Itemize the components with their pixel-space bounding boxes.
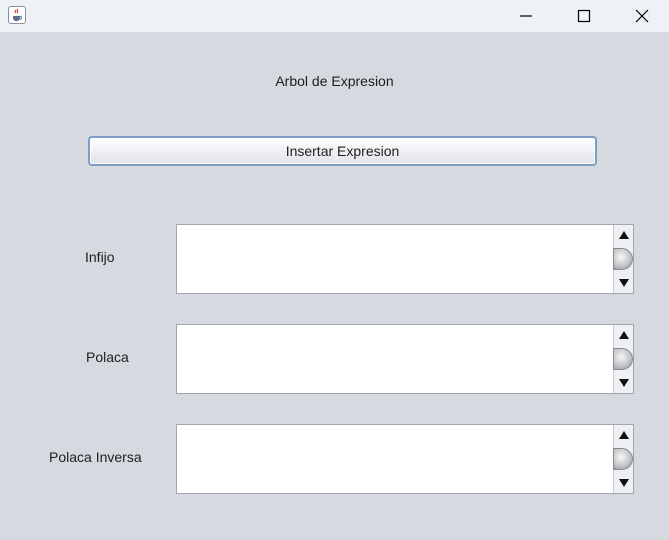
- title-bar: [0, 0, 669, 32]
- reverse-polish-scrollbar[interactable]: [613, 425, 633, 493]
- main-panel: Arbol de Expresion Insertar Expresion In…: [0, 32, 669, 540]
- scroll-up-icon[interactable]: [616, 327, 632, 343]
- polish-textarea-container: [176, 324, 634, 394]
- infix-textarea[interactable]: [177, 225, 613, 293]
- scroll-thumb[interactable]: [613, 448, 633, 470]
- scroll-up-icon[interactable]: [616, 427, 632, 443]
- java-cup-icon[interactable]: [8, 6, 26, 24]
- reverse-polish-textarea-container: [176, 424, 634, 494]
- scroll-down-icon[interactable]: [616, 275, 632, 291]
- scroll-down-icon[interactable]: [616, 375, 632, 391]
- reverse-polish-label: Polaca Inversa: [49, 449, 142, 465]
- infix-textarea-container: [176, 224, 634, 294]
- scroll-down-icon[interactable]: [616, 475, 632, 491]
- scroll-thumb[interactable]: [613, 248, 633, 270]
- close-button[interactable]: [613, 0, 669, 32]
- insert-expression-button[interactable]: Insertar Expresion: [88, 136, 597, 166]
- infix-label: Infijo: [85, 249, 115, 265]
- scroll-up-icon[interactable]: [616, 227, 632, 243]
- maximize-icon: [577, 9, 591, 23]
- polish-label: Polaca: [86, 349, 129, 365]
- polish-scrollbar[interactable]: [613, 325, 633, 393]
- close-icon: [635, 9, 649, 23]
- minimize-button[interactable]: [497, 0, 555, 32]
- infix-scrollbar[interactable]: [613, 225, 633, 293]
- polish-textarea[interactable]: [177, 325, 613, 393]
- page-title: Arbol de Expresion: [275, 73, 394, 89]
- maximize-button[interactable]: [555, 0, 613, 32]
- reverse-polish-textarea[interactable]: [177, 425, 613, 493]
- scroll-thumb[interactable]: [613, 348, 633, 370]
- minimize-icon: [520, 15, 532, 17]
